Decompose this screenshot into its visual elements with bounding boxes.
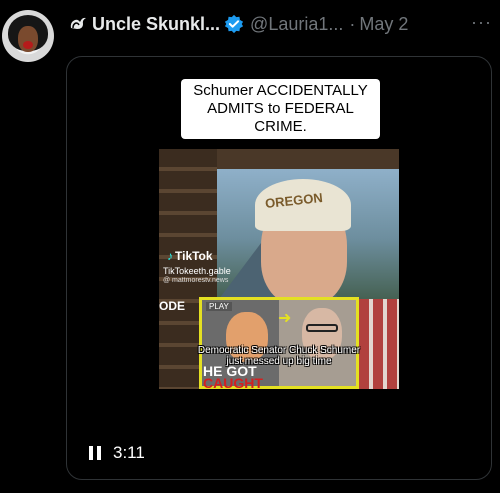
tweet-header: Uncle Skunkl... @Lauria1... · May 2 ···	[68, 12, 496, 36]
video-controls: 3:11	[89, 443, 145, 463]
display-name[interactable]: Uncle Skunkl...	[92, 14, 220, 35]
post-date[interactable]: May 2	[359, 14, 408, 35]
pause-icon[interactable]	[89, 446, 101, 460]
more-options-icon[interactable]: ···	[471, 12, 492, 33]
glasses-shape	[306, 324, 338, 332]
inset-play-label: PLAY	[206, 302, 232, 311]
avatar-mouth	[23, 41, 33, 49]
video-player[interactable]: Schumer ACCIDENTALLY ADMITS to FEDERAL C…	[66, 56, 492, 480]
video-frame[interactable]: OREGON ♪ TikTok TikTokeeth.gable @ mattmo…	[159, 149, 399, 389]
tiktok-username: TikTokeeth.gable	[163, 266, 231, 276]
arrow-icon: ➜	[278, 310, 292, 327]
side-text: ODE	[159, 299, 186, 313]
separator: ·	[349, 13, 356, 34]
tiktok-icon: ♪	[167, 249, 173, 263]
video-caption: Schumer ACCIDENTALLY ADMITS to FEDERAL C…	[181, 79, 380, 139]
skunk-icon	[70, 17, 86, 29]
tiktok-watermark: ♪ TikTok	[167, 249, 213, 263]
avatar[interactable]	[2, 10, 54, 62]
tiktok-label: TikTok	[175, 249, 213, 263]
caught-text: HE GOT CAUGHT	[203, 364, 263, 389]
caught-line-2: CAUGHT	[203, 375, 263, 389]
verified-badge-icon	[224, 14, 244, 34]
handle[interactable]: @Lauria1...	[250, 14, 343, 35]
tiktok-subhandle: @ mattmorestv.news	[163, 277, 229, 284]
video-time: 3:11	[113, 443, 145, 462]
